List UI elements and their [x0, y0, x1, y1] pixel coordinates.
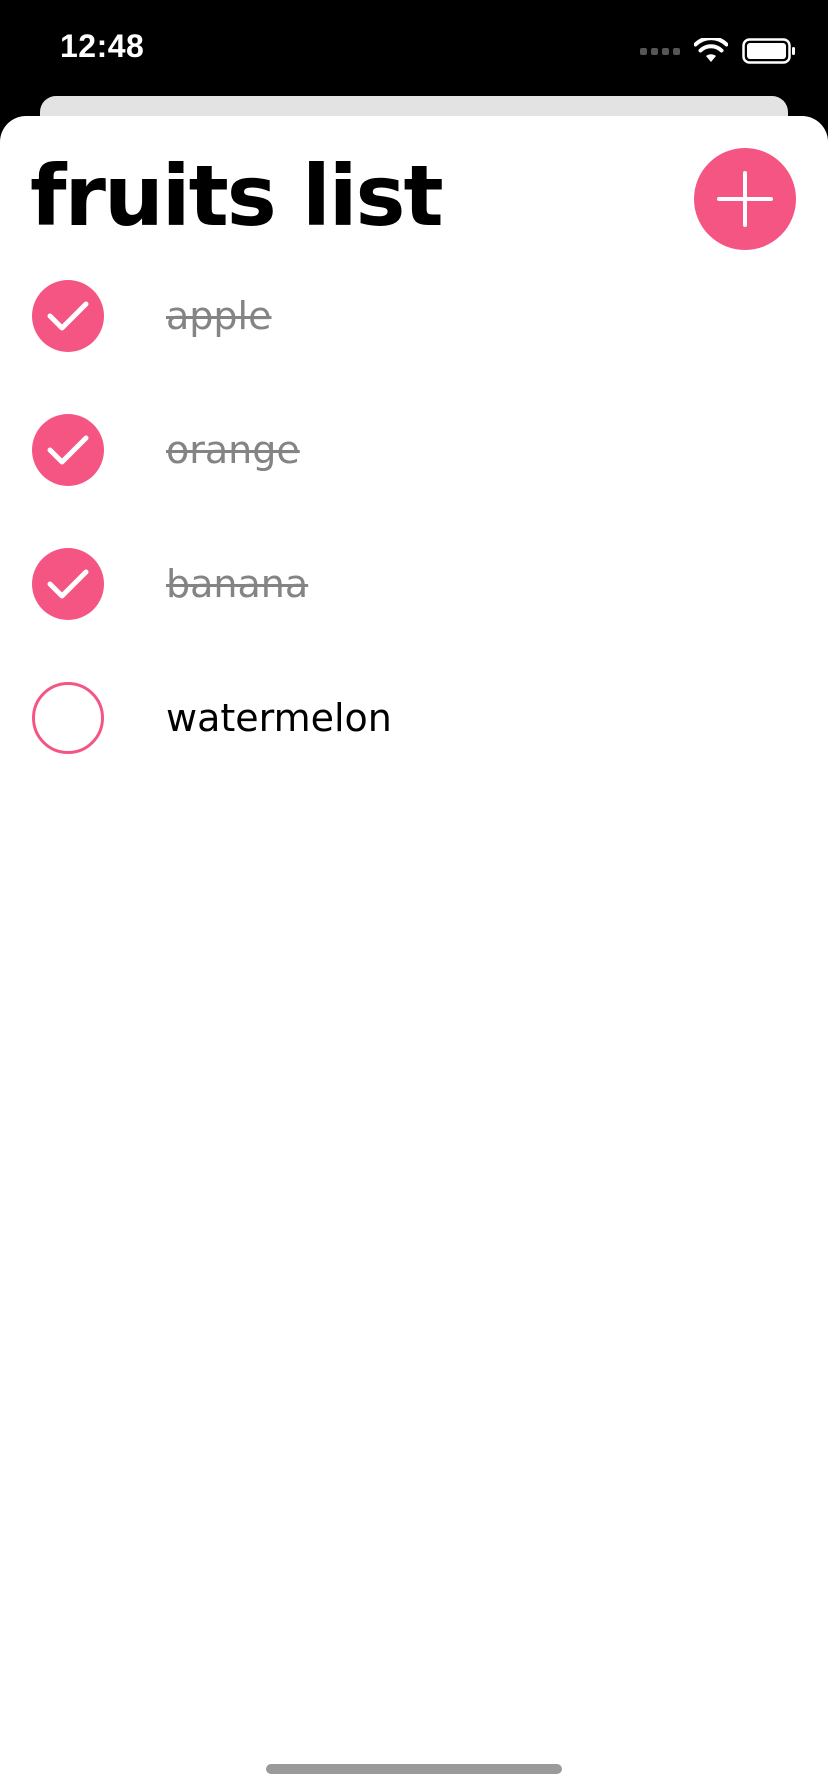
list-item[interactable]: watermelon: [0, 682, 828, 816]
list-item-label: apple: [166, 294, 272, 338]
status-bar: 12:48: [0, 0, 828, 96]
checkmark-icon: [47, 435, 89, 465]
status-time: 12:48: [60, 28, 145, 64]
checkbox-checked[interactable]: [32, 548, 104, 620]
modal-sheet: fruits list apple orange banana watermel…: [0, 116, 828, 1792]
cellular-signal-icon: [640, 47, 680, 55]
add-item-button[interactable]: [694, 148, 796, 250]
status-indicators: [640, 36, 796, 66]
checkbox-checked[interactable]: [32, 280, 104, 352]
list-item[interactable]: banana: [0, 548, 828, 682]
home-indicator[interactable]: [266, 1764, 562, 1774]
battery-icon: [742, 38, 795, 64]
checkmark-icon: [47, 301, 89, 331]
page-title: fruits list: [30, 147, 444, 245]
wifi-icon: [694, 38, 728, 62]
plus-icon: [717, 171, 773, 227]
list-item-label: orange: [166, 428, 300, 472]
list-item[interactable]: apple: [0, 280, 828, 414]
list-item-label: watermelon: [166, 696, 392, 740]
list-item-label: banana: [166, 562, 309, 606]
list-item[interactable]: orange: [0, 414, 828, 548]
checkmark-icon: [47, 569, 89, 599]
checkbox-checked[interactable]: [32, 414, 104, 486]
checkbox-unchecked[interactable]: [32, 682, 104, 754]
